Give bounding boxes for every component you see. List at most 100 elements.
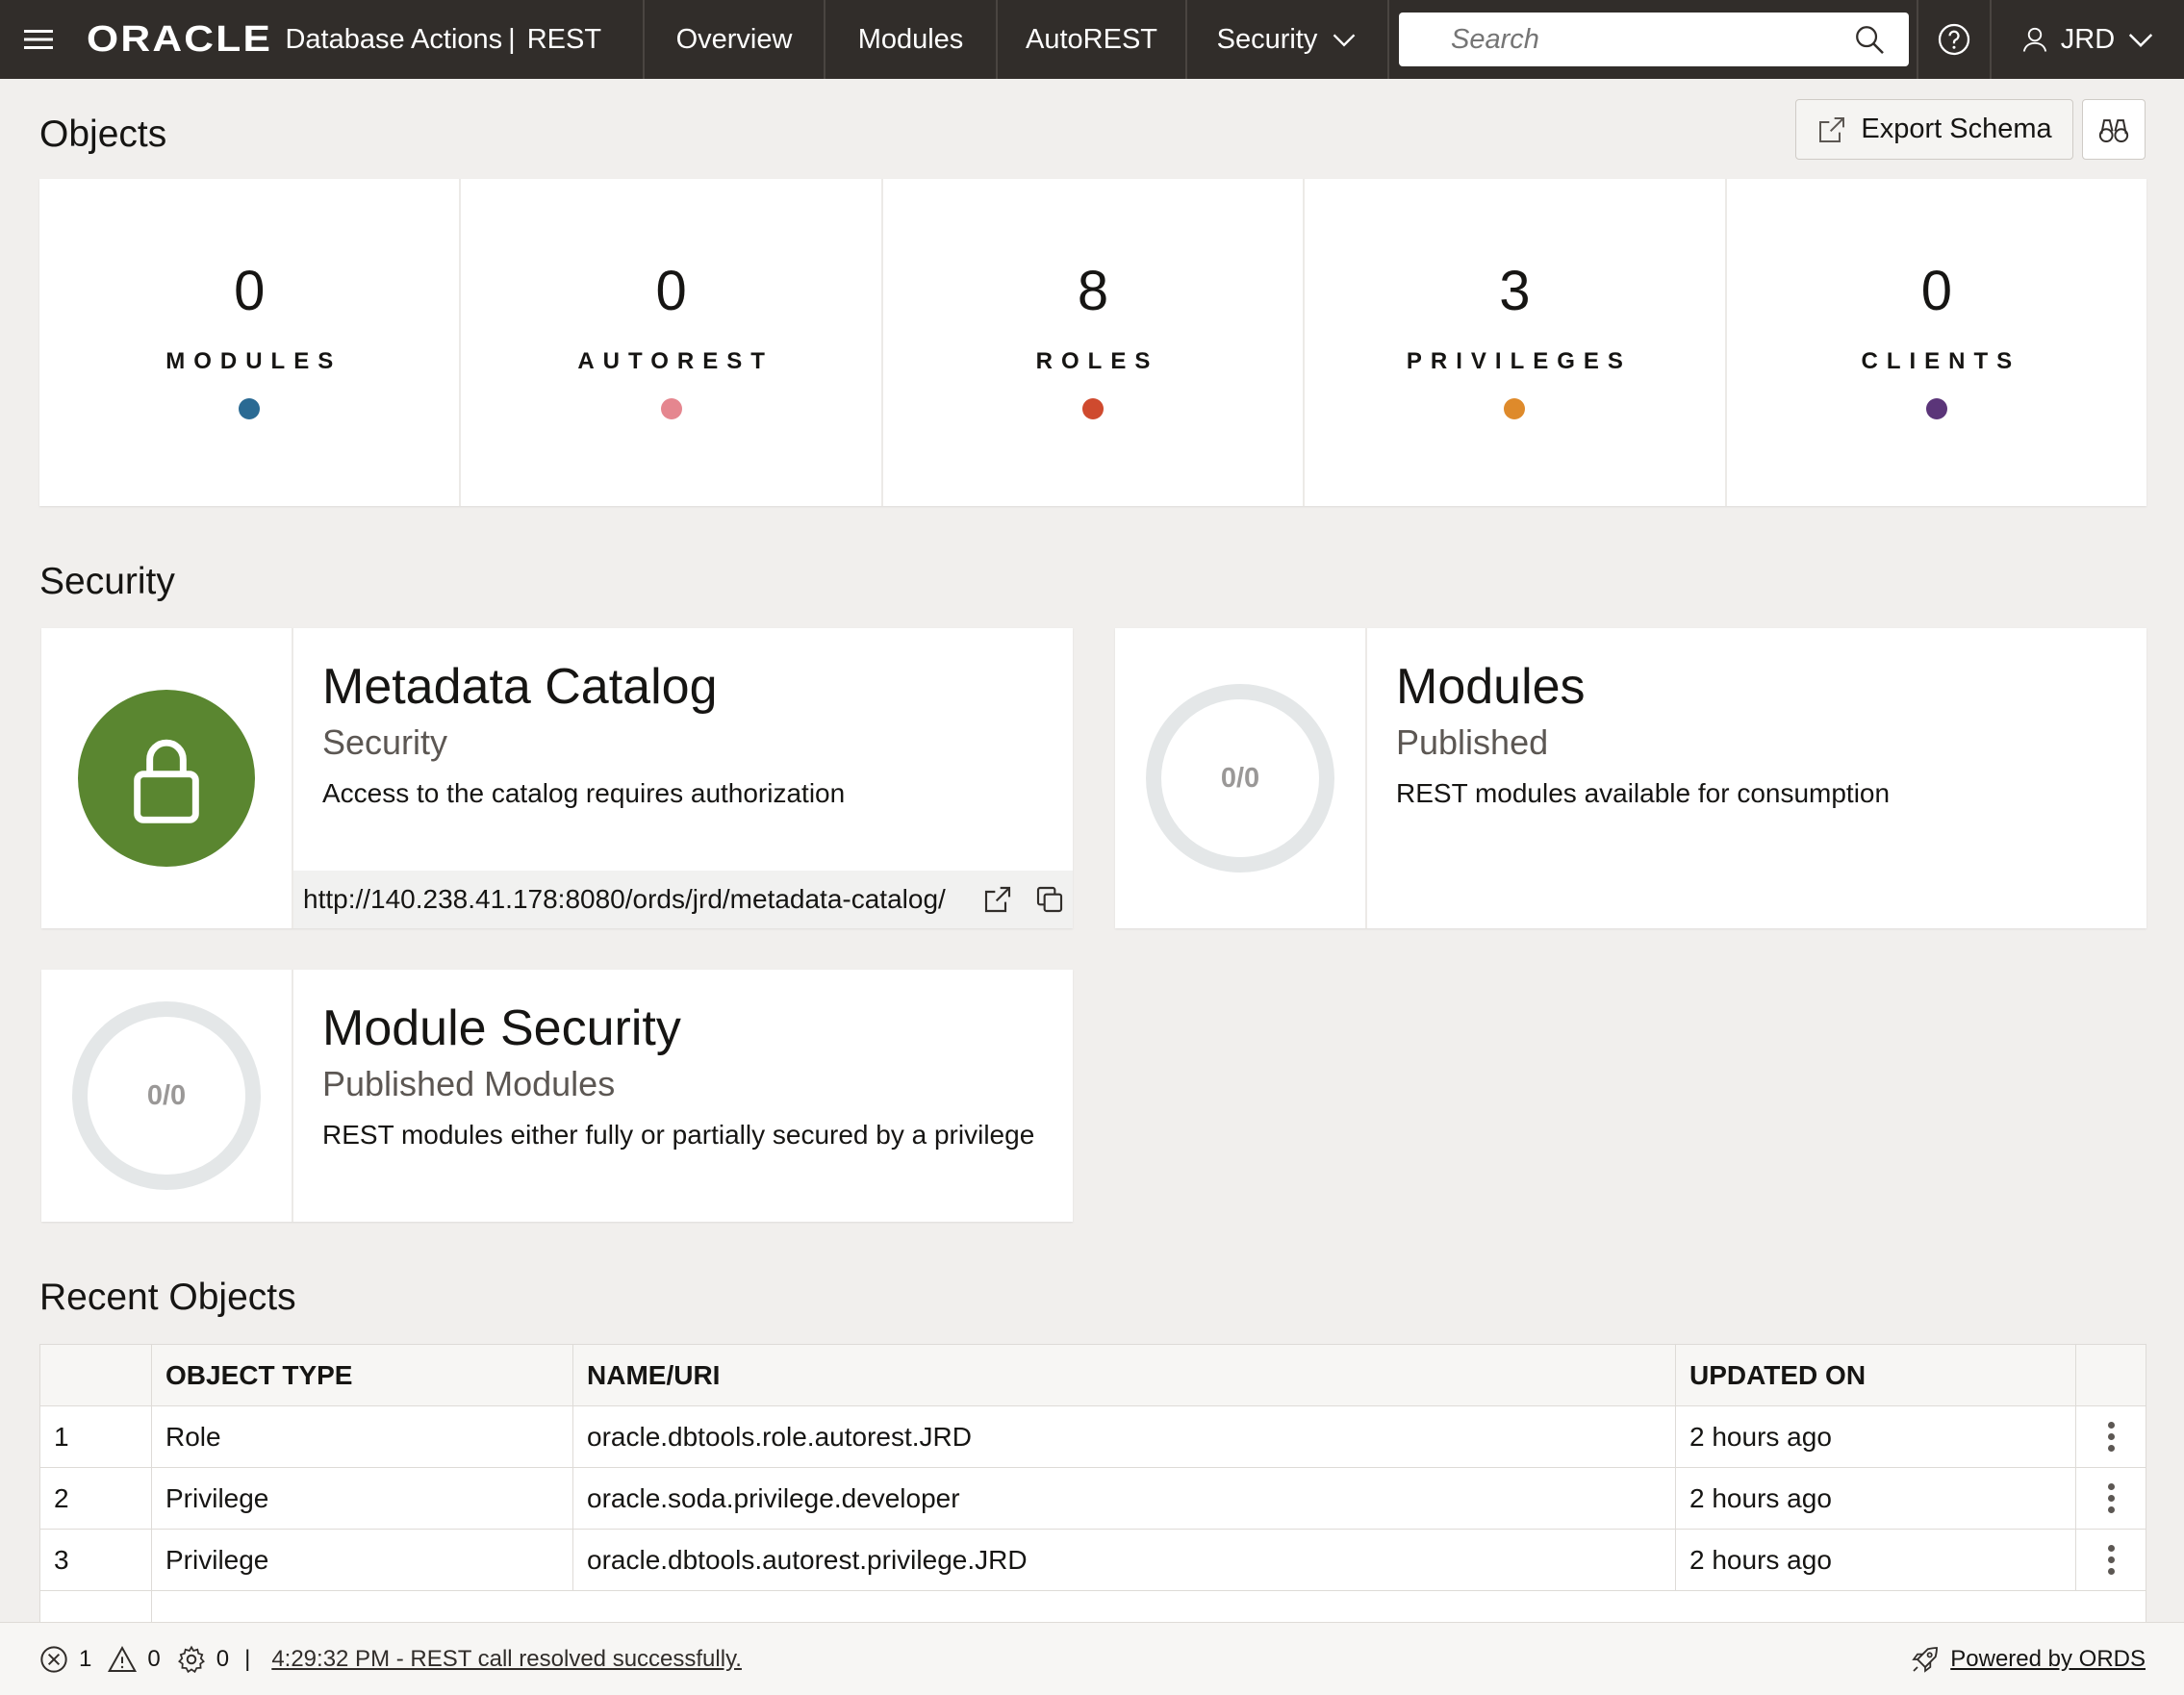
stat-clients[interactable]: 0 CLIENTS: [1727, 179, 2146, 506]
stat-value: 8: [1077, 260, 1109, 322]
row-actions: [2076, 1468, 2146, 1529]
app-name: Database Actions: [285, 23, 503, 55]
rocket-icon: [1912, 1646, 1939, 1673]
search-container: [1387, 0, 1917, 79]
card-description: REST modules available for consumption: [1396, 778, 1891, 809]
status-message[interactable]: 4:29:32 PM - REST call resolved successf…: [271, 1646, 742, 1673]
export-schema-label: Export Schema: [1861, 114, 2052, 144]
export-icon: [1819, 116, 1845, 142]
card-body: Modules Published REST modules available…: [1367, 628, 2146, 928]
objects-title: Objects: [39, 114, 167, 155]
stat-autorest[interactable]: 0 AUTOREST: [461, 179, 883, 506]
row-index: 1: [40, 1406, 152, 1467]
modules-card[interactable]: 0/0 Modules Published REST modules avail…: [1115, 628, 2146, 928]
table-row-empty: [40, 1591, 2146, 1622]
search-box[interactable]: [1399, 13, 1909, 66]
stat-label: CLIENTS: [1861, 348, 2021, 374]
copy-url-button[interactable]: [1032, 882, 1067, 917]
column-header-updated-on[interactable]: UPDATED ON: [1676, 1345, 2076, 1405]
stat-privileges[interactable]: 3 PRIVILEGES: [1305, 179, 1727, 506]
binoculars-icon: [2098, 118, 2129, 142]
search-icon[interactable]: [1853, 23, 1886, 56]
sub-app-name: REST: [526, 23, 602, 55]
row-index: 3: [40, 1530, 152, 1590]
stat-value: 3: [1499, 260, 1531, 322]
stat-modules[interactable]: 0 MODULES: [39, 179, 462, 506]
modules-ratio-ring: 0/0: [1146, 684, 1334, 873]
row-name-uri: oracle.soda.privilege.developer: [573, 1468, 1676, 1529]
row-actions: [2076, 1530, 2146, 1590]
table-row[interactable]: 2 Privilege oracle.soda.privilege.develo…: [40, 1468, 2146, 1530]
tab-security-label: Security: [1216, 23, 1318, 55]
tab-overview[interactable]: Overview: [643, 0, 824, 79]
card-description: REST modules either fully or partially s…: [322, 1120, 1035, 1151]
lock-badge: [78, 690, 255, 867]
catalog-url[interactable]: http://140.238.41.178:8080/ords/jrd/meta…: [303, 884, 963, 915]
metadata-catalog-card[interactable]: Metadata Catalog Security Access to the …: [41, 628, 1073, 928]
column-header-name-uri[interactable]: NAME/URI: [573, 1345, 1676, 1405]
table-row[interactable]: 3 Privilege oracle.dbtools.autorest.priv…: [40, 1530, 2146, 1591]
export-schema-button[interactable]: Export Schema: [1795, 99, 2073, 160]
kebab-menu-icon[interactable]: [2106, 1483, 2116, 1513]
card-title: Metadata Catalog: [322, 659, 718, 715]
chevron-down-icon: [1333, 34, 1356, 47]
table-row[interactable]: 1 Role oracle.dbtools.role.autorest.JRD …: [40, 1406, 2146, 1468]
stat-color-dot: [1082, 398, 1105, 419]
help-button[interactable]: [1917, 0, 1990, 79]
tab-modules[interactable]: Modules: [824, 0, 996, 79]
error-icon: [40, 1645, 67, 1673]
security-title: Security: [39, 561, 175, 602]
card-icon-area: 0/0: [1115, 628, 1367, 928]
tab-security[interactable]: Security: [1185, 0, 1387, 79]
row-updated-on: 2 hours ago: [1676, 1530, 2076, 1590]
column-header-object-type[interactable]: OBJECT TYPE: [152, 1345, 573, 1405]
stat-color-dot: [1925, 398, 1947, 419]
row-index: 2: [40, 1468, 152, 1529]
row-updated-on: 2 hours ago: [1676, 1406, 2076, 1467]
warning-icon: [108, 1645, 138, 1672]
column-header-index: [40, 1345, 152, 1405]
table-header: OBJECT TYPE NAME/URI UPDATED ON: [40, 1345, 2146, 1406]
stat-label: PRIVILEGES: [1406, 348, 1632, 374]
error-count[interactable]: 1: [38, 1644, 91, 1675]
powered-by-link[interactable]: Powered by ORDS: [1910, 1644, 2146, 1675]
error-count-value: 1: [79, 1645, 92, 1672]
open-link-button[interactable]: [980, 882, 1015, 917]
search-input[interactable]: [1451, 23, 1854, 56]
stat-value: 0: [1920, 260, 1952, 322]
module-security-card[interactable]: 0/0 Module Security Published Modules RE…: [41, 970, 1073, 1222]
status-divider: |: [244, 1645, 251, 1672]
recent-objects-table: OBJECT TYPE NAME/URI UPDATED ON 1 Role o…: [39, 1344, 2146, 1623]
stat-roles[interactable]: 8 ROLES: [883, 179, 1306, 506]
user-menu-button[interactable]: JRD: [1990, 0, 2184, 79]
tab-overview-label: Overview: [675, 23, 793, 55]
kebab-menu-icon[interactable]: [2106, 1422, 2116, 1452]
tab-autorest[interactable]: AutoREST: [996, 0, 1185, 79]
brand-separator: |: [508, 23, 516, 55]
external-link-icon: [984, 886, 1011, 913]
card-title: Modules: [1396, 659, 1586, 715]
copy-icon: [1036, 886, 1063, 913]
empty-cell: [40, 1591, 152, 1622]
catalog-url-bar: http://140.238.41.178:8080/ords/jrd/meta…: [293, 871, 1073, 928]
card-description: Access to the catalog requires authoriza…: [322, 778, 846, 809]
user-icon: [2022, 27, 2046, 52]
row-object-type: Privilege: [152, 1468, 573, 1529]
lock-icon: [134, 739, 199, 823]
brand[interactable]: ORACLE Database Actions | REST: [77, 0, 643, 79]
tab-autorest-label: AutoREST: [1026, 23, 1157, 55]
column-header-actions: [2076, 1345, 2146, 1405]
hamburger-menu-icon[interactable]: [0, 0, 77, 79]
warning-count[interactable]: 0: [107, 1644, 161, 1675]
top-bar: ORACLE Database Actions | REST Overview …: [0, 0, 2184, 79]
user-name: JRD: [2060, 23, 2116, 55]
kebab-menu-icon[interactable]: [2106, 1545, 2116, 1575]
find-button[interactable]: [2082, 99, 2146, 160]
stat-label: AUTOREST: [577, 348, 774, 374]
tab-modules-label: Modules: [857, 23, 964, 55]
stat-label: MODULES: [165, 348, 343, 374]
card-subtitle: Published: [1396, 722, 1549, 763]
oracle-logo: ORACLE: [87, 18, 273, 60]
task-count[interactable]: 0: [176, 1644, 229, 1675]
gear-icon: [177, 1645, 205, 1673]
